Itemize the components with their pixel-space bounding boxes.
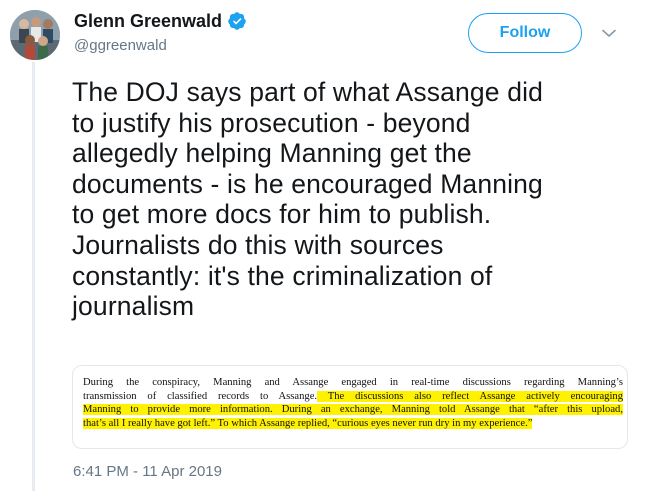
chevron-down-icon[interactable] (600, 24, 618, 42)
tweet-author: Glenn Greenwald @ggreenwald (74, 10, 247, 54)
highlighted-text: The discussions also reflect Assange act… (317, 390, 623, 402)
group-photo-avatar-icon (10, 10, 60, 60)
document-line: Manning to provide more information. Dur… (83, 403, 623, 417)
thread-connector-line (32, 62, 35, 491)
document-line: that’s all I really have got left.” To w… (83, 417, 623, 431)
author-handle[interactable]: @ggreenwald (74, 37, 247, 54)
document-text: During the conspiracy, Manning and Assan… (83, 377, 623, 388)
author-name-row: Glenn Greenwald (74, 10, 247, 32)
tweet-text: The DOJ says part of what Assange did to… (72, 77, 544, 322)
attached-image[interactable]: During the conspiracy, Manning and Assan… (72, 365, 628, 449)
highlighted-text: that’s all I really have got left.” To w… (83, 417, 533, 429)
document-line: transmission of classified records to As… (83, 390, 623, 404)
avatar[interactable] (10, 10, 60, 60)
tweet-timestamp[interactable]: 6:41 PM - 11 Apr 2019 (73, 463, 222, 480)
document-text: transmission of classified records to As… (83, 390, 318, 402)
document-excerpt: During the conspiracy, Manning and Assan… (83, 376, 623, 430)
document-line: During the conspiracy, Manning and Assan… (83, 376, 623, 390)
verified-badge-icon (228, 12, 246, 30)
highlighted-text: Manning to provide more information. Dur… (83, 404, 623, 415)
follow-button[interactable]: Follow (468, 13, 582, 53)
author-display-name[interactable]: Glenn Greenwald (74, 11, 222, 32)
